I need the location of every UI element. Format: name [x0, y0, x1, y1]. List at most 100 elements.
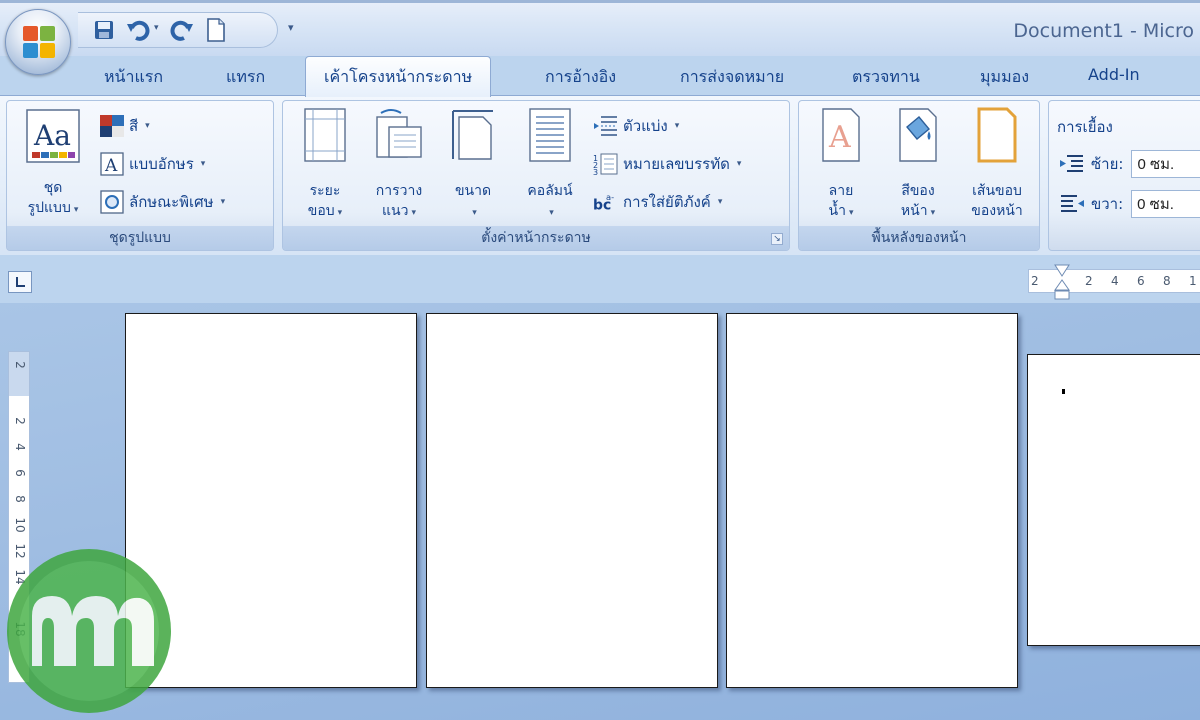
svg-text:A: A [104, 156, 118, 176]
themes-icon: Aa [26, 109, 80, 163]
theme-fonts-button[interactable]: A แบบอักษร ▾ [99, 151, 205, 177]
hruler-tick: 2 [1085, 274, 1093, 288]
horizontal-ruler[interactable]: 2 2 4 6 8 1 [1028, 264, 1200, 300]
save-icon[interactable] [92, 18, 116, 42]
margins-label-2: ขอบ ▾ [307, 203, 343, 219]
indent-right-label: ขวา: [1091, 195, 1124, 213]
breaks-button[interactable]: ตัวแบ่ง ▾ [593, 113, 679, 139]
svg-text:A: A [828, 120, 851, 155]
margins-label-1: ระยะ [309, 183, 341, 199]
margins-icon [304, 108, 346, 162]
page-background-group: A ลาย น้ำ ▾ สีของ หน้า ▾ เส้นขอบ ของหน้า พ… [798, 100, 1040, 251]
tab-references[interactable]: การอ้างอิง [545, 65, 616, 90]
quick-access-toolbar: ▾ [78, 12, 278, 48]
office-button[interactable] [5, 9, 71, 75]
undo-icon[interactable] [126, 18, 150, 42]
page-color-label-2: หน้า ▾ [900, 203, 936, 219]
orientation-label-2: แนว ▾ [382, 203, 416, 219]
themes-button[interactable]: Aa ชุด รูปแบบ ▾ [11, 107, 95, 227]
size-button[interactable]: ขนาด ▾ [441, 107, 505, 227]
ribbon-tabs: หน้าแรก แทรก เค้าโครงหน้ากระดาษ การอ้างอ… [0, 56, 1200, 97]
document-area[interactable]: 2 2 4 6 8 10 12 14 18 [0, 303, 1200, 720]
page-color-icon [899, 108, 937, 162]
page-setup-group: ระยะ ขอบ ▾ การวาง แนว ▾ ขนาด ▾ คอลัมน์ ▾… [282, 100, 790, 251]
themes-label-1: ชุด [43, 180, 63, 196]
page-4[interactable] [1027, 354, 1200, 646]
tab-add-in[interactable]: Add-In [1088, 65, 1140, 84]
tab-stop-selector[interactable] [8, 271, 32, 293]
tab-page-layout[interactable]: เค้าโครงหน้ากระดาษ [305, 56, 492, 97]
watermark-button[interactable]: A ลาย น้ำ ▾ [807, 107, 875, 227]
page-borders-button[interactable]: เส้นขอบ ของหน้า [957, 107, 1037, 227]
themes-label-2: รูปแบบ ▾ [27, 200, 79, 216]
page-setup-dialog-launcher-icon[interactable]: ↘ [771, 233, 783, 245]
indent-right-row: ขวา: [1059, 189, 1200, 219]
tab-insert[interactable]: แทรก [226, 65, 265, 90]
line-numbers-button[interactable]: 123 หมายเลขบรรทัด ▾ [593, 151, 741, 177]
svg-text:a-: a- [606, 192, 614, 202]
indent-left-label: ซ้าย: [1091, 155, 1124, 173]
new-document-icon[interactable] [204, 18, 228, 42]
theme-colors-icon [99, 114, 125, 138]
theme-effects-icon [99, 190, 125, 214]
vruler-tick: 4 [13, 443, 27, 451]
hruler-tick: 2 [1031, 274, 1039, 288]
vruler-tick: 10 [13, 517, 27, 533]
theme-effects-button[interactable]: ลักษณะพิเศษ ▾ [99, 189, 225, 215]
theme-colors-button[interactable]: สี ▾ [99, 113, 150, 139]
size-label: ขนาด [454, 183, 492, 199]
page-borders-label-1: เส้นขอบ [972, 183, 1022, 199]
indent-marker-icon[interactable] [1053, 264, 1071, 304]
line-numbers-icon: 123 [593, 152, 619, 176]
ribbon: Aa ชุด รูปแบบ ▾ สี ▾ A แบบอักษร ▾ ลักษณะพ [0, 95, 1200, 255]
undo-dropdown-icon[interactable]: ▾ [154, 23, 159, 33]
vruler-tick: 2 [13, 361, 27, 369]
svg-text:3: 3 [593, 168, 598, 176]
vruler-tick: 6 [13, 469, 27, 477]
tab-mailings[interactable]: การส่งจดหมาย [680, 65, 784, 90]
indent-right-field[interactable] [1131, 190, 1200, 218]
redo-icon[interactable] [170, 18, 194, 42]
size-icon [452, 110, 493, 160]
indent-left-row: ซ้าย: [1059, 149, 1200, 179]
theme-fonts-icon: A [99, 152, 125, 176]
orientation-button[interactable]: การวาง แนว ▾ [367, 107, 431, 227]
hruler-tick: 4 [1111, 274, 1119, 288]
orientation-label-1: การวาง [375, 183, 423, 199]
indent-title: การเยื้อง [1057, 118, 1113, 136]
indent-right-icon [1061, 195, 1084, 212]
page-background-group-label: พื้นหลังของหน้า [799, 226, 1039, 250]
tab-review[interactable]: ตรวจทาน [852, 65, 920, 90]
indent-left-field[interactable] [1131, 150, 1200, 178]
hyphenation-icon: bc a- [593, 190, 619, 214]
customize-qat-icon[interactable]: ▾ [288, 21, 294, 34]
size-dropdown: ▾ [472, 208, 477, 218]
left-tab-icon [16, 277, 25, 287]
text-cursor [1062, 389, 1065, 394]
hruler-tick: 8 [1163, 274, 1171, 288]
columns-button[interactable]: คอลัมน์ ▾ [515, 107, 585, 227]
page-setup-group-label: ตั้งค่าหน้ากระดาษ [283, 226, 789, 250]
paragraph-group: การเยื้อง ซ้าย: ขวา: [1048, 100, 1200, 251]
themes-group: Aa ชุด รูปแบบ ▾ สี ▾ A แบบอักษร ▾ ลักษณะพ [6, 100, 274, 251]
hruler-tick: 1 [1189, 274, 1197, 288]
office-logo-icon [23, 26, 55, 58]
vruler-tick: 8 [13, 495, 27, 503]
page-borders-label-2: ของหน้า [971, 203, 1023, 219]
page-borders-icon [977, 107, 1017, 163]
tab-view[interactable]: มุมมอง [980, 65, 1029, 90]
columns-icon [529, 108, 571, 162]
margins-button[interactable]: ระยะ ขอบ ▾ [295, 107, 355, 227]
breaks-icon [593, 114, 619, 138]
ruler-row: 2 2 4 6 8 1 [0, 255, 1200, 303]
hruler-tick: 6 [1137, 274, 1145, 288]
channel-logo-icon [7, 549, 171, 713]
watermark-label-1: ลาย [828, 183, 854, 199]
page-2[interactable] [426, 313, 718, 688]
hyphenation-button[interactable]: bc a- การใส่ยัติภังค์ ▾ [593, 189, 722, 215]
page-3[interactable] [726, 313, 1018, 688]
svg-text:Aa: Aa [33, 119, 71, 152]
watermark-label-2: น้ำ ▾ [828, 203, 854, 219]
tab-home[interactable]: หน้าแรก [104, 65, 163, 90]
page-color-button[interactable]: สีของ หน้า ▾ [883, 107, 953, 227]
